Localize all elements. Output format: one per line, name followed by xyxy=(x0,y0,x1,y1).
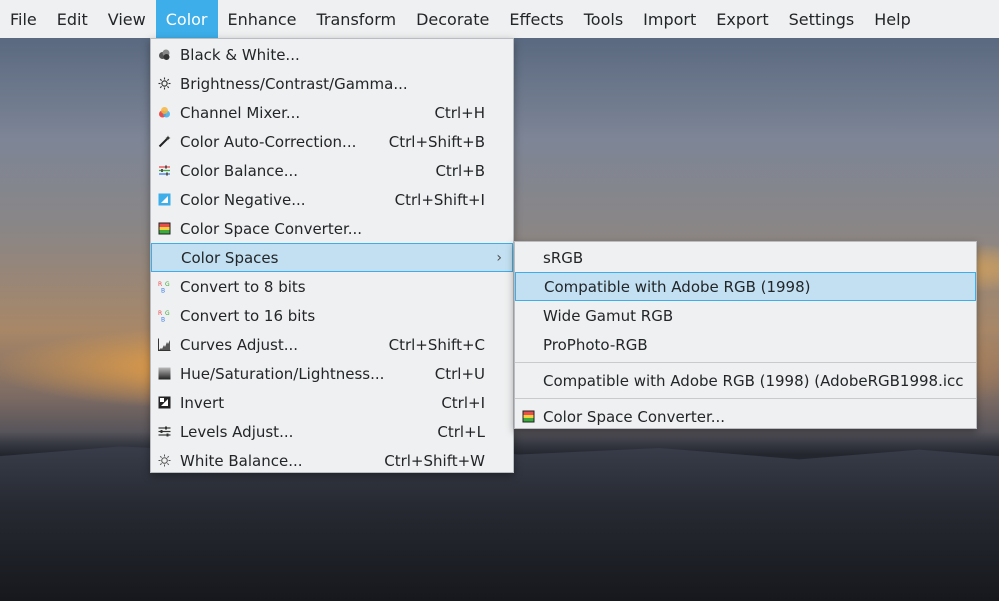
convert-8bit-icon: RGB xyxy=(158,280,171,293)
menu-item-black-white[interactable]: Black & White... xyxy=(151,40,513,69)
menu-item-invert[interactable]: Invert Ctrl+I xyxy=(151,388,513,417)
invert-icon xyxy=(158,396,171,409)
menu-item-color-spaces[interactable]: Color Spaces › xyxy=(151,243,513,272)
chevron-right-icon: › xyxy=(496,250,502,266)
convert-16bit-icon: RGB xyxy=(158,309,171,322)
menu-item-white-balance[interactable]: White Balance... Ctrl+Shift+W xyxy=(151,446,513,475)
menu-transform[interactable]: Transform xyxy=(307,0,407,38)
menu-item-submenu-color-space-converter[interactable]: Color Space Converter... xyxy=(515,402,976,431)
menu-import[interactable]: Import xyxy=(633,0,706,38)
menu-item-levels-adjust[interactable]: Levels Adjust... Ctrl+L xyxy=(151,417,513,446)
color-spaces-submenu: sRGB Compatible with Adobe RGB (1998) Wi… xyxy=(514,241,977,429)
menu-enhance[interactable]: Enhance xyxy=(218,0,307,38)
menu-bar: File Edit View Color Enhance Transform D… xyxy=(0,0,999,38)
menu-separator xyxy=(515,362,976,363)
menu-item-convert-8-bits[interactable]: RGB Convert to 8 bits xyxy=(151,272,513,301)
menu-item-color-negative[interactable]: Color Negative... Ctrl+Shift+I xyxy=(151,185,513,214)
auto-correction-icon xyxy=(158,135,171,148)
menu-tools[interactable]: Tools xyxy=(574,0,633,38)
menu-item-prophoto-rgb[interactable]: ProPhoto-RGB xyxy=(515,330,976,359)
menu-export[interactable]: Export xyxy=(706,0,778,38)
channel-mixer-icon xyxy=(158,106,171,119)
color-balance-icon xyxy=(158,164,171,177)
menu-item-color-balance[interactable]: Color Balance... Ctrl+B xyxy=(151,156,513,185)
menu-separator xyxy=(515,398,976,399)
menu-item-convert-16-bits[interactable]: RGB Convert to 16 bits xyxy=(151,301,513,330)
menu-help[interactable]: Help xyxy=(864,0,920,38)
menu-item-channel-mixer[interactable]: Channel Mixer... Ctrl+H xyxy=(151,98,513,127)
levels-icon xyxy=(158,425,171,438)
menu-view[interactable]: View xyxy=(98,0,156,38)
menu-color[interactable]: Color xyxy=(155,0,218,38)
white-balance-icon xyxy=(158,454,171,467)
menu-item-adobe-rgb-icc[interactable]: Compatible with Adobe RGB (1998) (AdobeR… xyxy=(515,366,976,395)
color-negative-icon xyxy=(158,193,171,206)
menu-item-auto-correction[interactable]: Color Auto-Correction... Ctrl+Shift+B xyxy=(151,127,513,156)
color-space-converter-icon xyxy=(522,410,535,423)
color-menu: Black & White... Brightness/Contrast/Gam… xyxy=(150,38,514,473)
menu-item-curves-adjust[interactable]: Curves Adjust... Ctrl+Shift+C xyxy=(151,330,513,359)
menu-item-color-space-converter[interactable]: Color Space Converter... xyxy=(151,214,513,243)
curves-icon xyxy=(158,338,171,351)
menu-item-hue-saturation[interactable]: Hue/Saturation/Lightness... Ctrl+U xyxy=(151,359,513,388)
menu-file[interactable]: File xyxy=(0,0,47,38)
svg-text:G: G xyxy=(165,281,170,288)
menu-item-brightness[interactable]: Brightness/Contrast/Gamma... xyxy=(151,69,513,98)
hsl-icon xyxy=(158,367,171,380)
menu-effects[interactable]: Effects xyxy=(499,0,573,38)
menu-decorate[interactable]: Decorate xyxy=(406,0,499,38)
menu-item-srgb[interactable]: sRGB xyxy=(515,243,976,272)
svg-text:B: B xyxy=(161,288,165,294)
svg-text:B: B xyxy=(161,317,165,323)
brightness-icon xyxy=(158,77,171,90)
color-space-converter-icon xyxy=(158,222,171,235)
menu-edit[interactable]: Edit xyxy=(47,0,98,38)
menu-settings[interactable]: Settings xyxy=(779,0,865,38)
menu-item-wide-gamut-rgb[interactable]: Wide Gamut RGB xyxy=(515,301,976,330)
menu-item-adobe-rgb[interactable]: Compatible with Adobe RGB (1998) xyxy=(515,272,976,301)
svg-text:G: G xyxy=(165,310,170,317)
black-white-icon xyxy=(158,48,171,61)
